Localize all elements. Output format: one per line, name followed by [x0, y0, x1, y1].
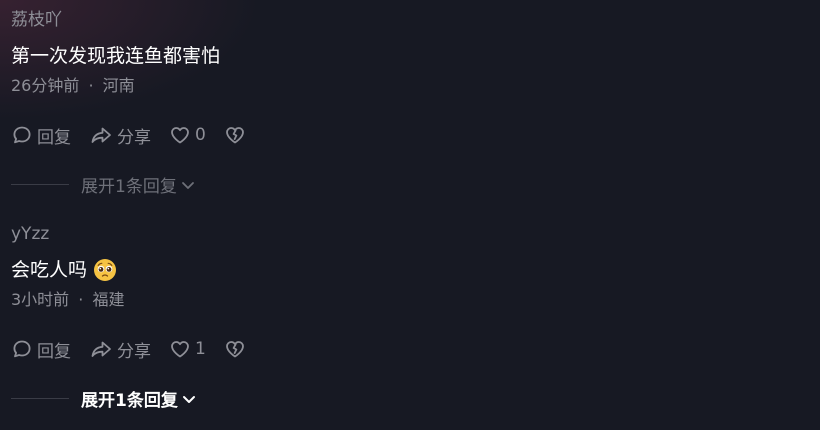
dislike-button[interactable]	[224, 338, 246, 360]
broken-heart-icon	[225, 341, 244, 358]
like-button[interactable]: 1	[169, 338, 206, 360]
comment-time: 3小时前	[11, 290, 70, 309]
reply-label: 回复	[37, 127, 71, 148]
reply-button[interactable]: 回复	[11, 123, 71, 148]
meta-separator: ·	[78, 290, 84, 309]
comment-meta: 3小时前 · 福建	[11, 288, 820, 312]
reply-label: 回复	[37, 341, 71, 362]
like-count: 0	[195, 125, 206, 145]
comment-item: yYzz 会吃人吗 3小时前 · 福建 回复 分享 1	[11, 220, 820, 362]
comment-location: 河南	[102, 76, 135, 95]
comment-text[interactable]: 第一次发现我连鱼都害怕	[11, 42, 820, 70]
share-button[interactable]: 分享	[89, 123, 151, 148]
expand-replies-button[interactable]: 展开1条回复	[11, 386, 198, 411]
comment-actions: 回复 分享 1	[11, 336, 820, 362]
share-button[interactable]: 分享	[89, 337, 151, 362]
pleading-face-emoji-icon	[94, 259, 117, 281]
heart-icon	[171, 341, 189, 358]
comment-text[interactable]: 会吃人吗	[11, 256, 820, 284]
divider-line	[11, 184, 69, 185]
share-arrow-icon	[91, 127, 111, 143]
comment-username[interactable]: yYzz	[11, 220, 820, 248]
reply-button[interactable]: 回复	[11, 337, 71, 362]
comment-bubble-icon	[13, 126, 31, 144]
broken-heart-icon	[225, 127, 244, 144]
like-count: 1	[195, 339, 206, 359]
heart-icon	[171, 127, 189, 144]
comment-item: 荔枝吖 第一次发现我连鱼都害怕 26分钟前 · 河南 回复 分享 0	[11, 6, 820, 148]
comment-username[interactable]: 荔枝吖	[11, 6, 820, 34]
divider-line	[11, 398, 69, 399]
comment-location: 福建	[92, 290, 125, 309]
share-arrow-icon	[91, 341, 111, 357]
share-label: 分享	[117, 127, 151, 148]
comment-actions: 回复 分享 0	[11, 122, 820, 148]
comment-time: 26分钟前	[11, 76, 80, 95]
expand-replies-button[interactable]: 展开1条回复	[11, 172, 197, 197]
chevron-down-icon	[181, 181, 194, 189]
meta-separator: ·	[88, 76, 94, 95]
comment-meta: 26分钟前 · 河南	[11, 74, 820, 98]
share-label: 分享	[117, 341, 151, 362]
chevron-down-icon	[182, 395, 195, 403]
like-button[interactable]: 0	[169, 124, 206, 146]
expand-replies-label: 展开1条回复	[81, 177, 177, 197]
dislike-button[interactable]	[224, 124, 246, 146]
comment-bubble-icon	[13, 340, 31, 358]
expand-replies-label: 展开1条回复	[81, 391, 178, 411]
